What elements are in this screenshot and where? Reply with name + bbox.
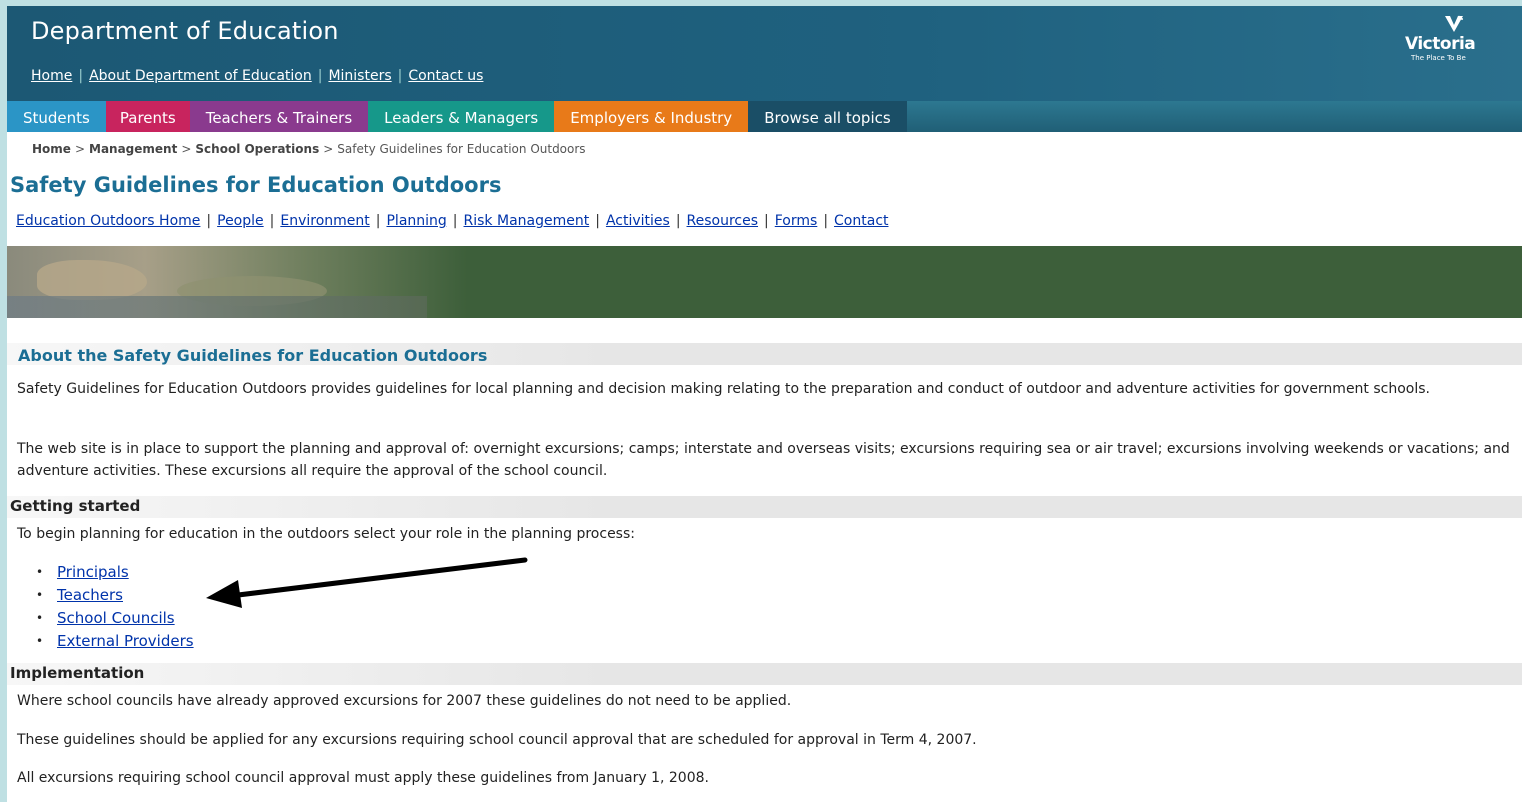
getting-started-intro: To begin planning for education in the o… (17, 526, 635, 542)
top-link-ministers[interactable]: Ministers (328, 68, 391, 84)
site-title: Department of Education (31, 17, 339, 45)
separator: | (823, 213, 829, 229)
top-links: Home | About Department of Education | Minis… (31, 68, 483, 84)
sub-nav-environment[interactable]: Environment (280, 213, 369, 229)
breadcrumb-separator: > (74, 142, 85, 156)
outer-frame-left (0, 0, 7, 802)
separator: | (317, 68, 323, 84)
separator: | (375, 213, 381, 229)
list-item: School Councils (36, 607, 194, 630)
tab-students[interactable]: Students (7, 101, 106, 132)
tab-leaders-managers[interactable]: Leaders & Managers (368, 101, 555, 132)
top-link-home[interactable]: Home (31, 68, 72, 84)
separator: | (397, 68, 403, 84)
section-header-bar (7, 496, 1522, 518)
annotation-arrow-icon (206, 557, 528, 608)
tab-browse-all-topics[interactable]: Browse all topics (748, 101, 907, 132)
sub-nav-risk-management[interactable]: Risk Management (464, 213, 590, 229)
about-paragraph-2: The web site is in place to support the … (17, 441, 1510, 479)
banner-rock (37, 260, 147, 300)
role-link-school-councils[interactable]: School Councils (57, 609, 175, 627)
separator: | (675, 213, 681, 229)
separator: | (206, 213, 212, 229)
victoria-logo[interactable]: Victoria The Place To Be (1405, 14, 1476, 66)
roles-list: Principals Teachers School Councils Exte… (36, 561, 194, 653)
separator: | (78, 68, 84, 84)
about-heading: About the Safety Guidelines for Educatio… (18, 346, 488, 365)
separator: | (269, 213, 275, 229)
tab-parents[interactable]: Parents (105, 101, 190, 132)
top-link-about[interactable]: About Department of Education (89, 68, 312, 84)
breadcrumb-home[interactable]: Home (32, 142, 71, 156)
site-header: Department of Education Home | About Depar… (7, 6, 1522, 101)
implementation-paragraph-1: Where school councils have already appro… (17, 693, 792, 709)
breadcrumb-school-operations[interactable]: School Operations (195, 142, 319, 156)
breadcrumb-separator: > (323, 142, 334, 156)
breadcrumb-separator: > (181, 142, 192, 156)
role-link-external-providers[interactable]: External Providers (57, 632, 194, 650)
separator: | (764, 213, 769, 229)
banner-water (7, 296, 427, 318)
main-nav-tabs: Students Parents Teachers & Trainers Lea… (7, 101, 1522, 132)
page-title: Safety Guidelines for Education Outdoors (10, 173, 502, 197)
separator: | (595, 213, 600, 229)
section-header-bar (7, 663, 1522, 685)
sub-nav-activities[interactable]: Activities (606, 213, 670, 229)
breadcrumb-management[interactable]: Management (89, 142, 177, 156)
tab-employers-industry[interactable]: Employers & Industry (554, 101, 749, 132)
sub-nav: Education Outdoors Home | People | Environme… (16, 213, 889, 229)
implementation-paragraph-2: These guidelines should be applied for a… (17, 732, 977, 748)
victoria-logo-mark-icon (1445, 15, 1463, 32)
sub-nav-contact[interactable]: Contact (834, 213, 888, 229)
implementation-heading: Implementation (10, 664, 145, 682)
list-item: Teachers (36, 584, 194, 607)
breadcrumb-current: Safety Guidelines for Education Outdoors (337, 142, 586, 156)
list-item: External Providers (36, 630, 194, 653)
role-link-teachers[interactable]: Teachers (57, 586, 123, 604)
sub-nav-resources[interactable]: Resources (687, 213, 759, 229)
implementation-paragraph-3: All excursions requiring school council … (17, 770, 709, 786)
breadcrumb: Home > Management > School Operations > Safety… (32, 142, 586, 156)
list-item: Principals (36, 561, 194, 584)
victoria-logo-tagline: The Place To Be (1411, 54, 1466, 62)
role-link-principals[interactable]: Principals (57, 563, 129, 581)
sub-nav-forms[interactable]: Forms (775, 213, 818, 229)
separator: | (452, 213, 458, 229)
sub-nav-planning[interactable]: Planning (386, 213, 446, 229)
about-paragraph-1: Safety Guidelines for Education Outdoors… (17, 381, 1431, 397)
sub-nav-people[interactable]: People (217, 213, 264, 229)
banner-image (7, 246, 1522, 318)
top-link-contact[interactable]: Contact us (408, 68, 483, 84)
tab-teachers-trainers[interactable]: Teachers & Trainers (189, 101, 369, 132)
getting-started-heading: Getting started (10, 497, 141, 515)
victoria-logo-word: Victoria (1405, 34, 1476, 54)
sub-nav-home[interactable]: Education Outdoors Home (16, 213, 200, 229)
